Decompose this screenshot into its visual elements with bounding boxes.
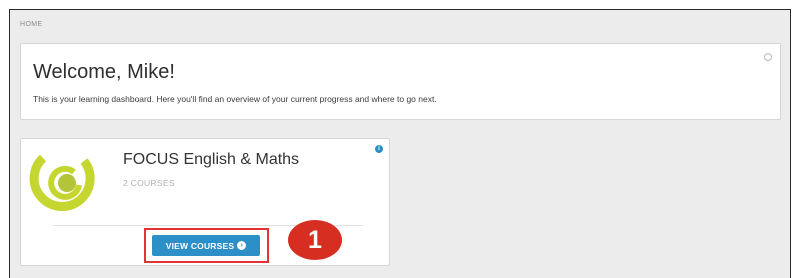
welcome-panel: Welcome, Mike! This is your learning das… (20, 43, 781, 120)
welcome-description: This is your learning dashboard. Here yo… (33, 94, 437, 104)
course-count: 2 COURSES (123, 178, 175, 188)
button-highlight-box: VIEW COURSES › (144, 228, 269, 263)
arrow-circle-right-icon: › (237, 241, 247, 250)
breadcrumb[interactable]: HOME (20, 21, 43, 28)
settings-icon[interactable] (764, 53, 772, 61)
course-title[interactable]: FOCUS English & Maths (123, 151, 299, 169)
welcome-title: Welcome, Mike! (33, 61, 175, 83)
view-courses-button[interactable]: VIEW COURSES › (152, 235, 260, 256)
info-icon[interactable]: i (375, 145, 383, 153)
course-logo-icon (29, 154, 95, 211)
view-courses-label: VIEW COURSES (165, 240, 235, 251)
dashboard-frame: HOME Welcome, Mike! This is your learnin… (9, 9, 791, 278)
step-badge: 1 (288, 220, 342, 260)
